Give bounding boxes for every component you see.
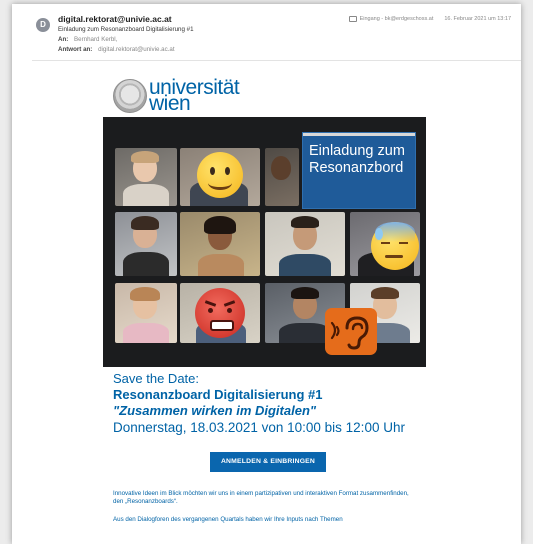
body-paragraph: Innovative Ideen im Blick möchten wir un… (113, 490, 409, 506)
sender-avatar: D (36, 18, 50, 32)
header-divider (32, 60, 521, 61)
video-tile (265, 148, 299, 206)
reply-to-value[interactable]: digital.rektorat@univie.ac.at (98, 46, 174, 53)
mailbox-name: Eingang - bk@erdgeschoss.at (359, 16, 434, 22)
hero-image: Einladung zum Resonanzbord (103, 117, 426, 367)
invitation-banner: Einladung zum Resonanzbord (302, 132, 416, 209)
message-meta: Eingang - bk@erdgeschoss.at 16. Februar … (348, 16, 511, 22)
logo-wordmark-line2: wien (149, 92, 191, 115)
body-paragraph: Aus den Dialogforen des vergangenen Quar… (113, 516, 343, 523)
sweating-face-emoji (371, 222, 419, 270)
save-the-date-label: Save the Date: (113, 371, 199, 386)
inbox-icon (348, 16, 357, 22)
email-subject: Einladung zum Resonanzboard Digitalisier… (58, 26, 194, 33)
reply-to-label: Antwort an: (58, 46, 93, 53)
reply-to-row: Antwort an: digital.rektorat@univie.ac.a… (58, 46, 175, 53)
recipient-row: An: Bernhard Kerbl, (58, 36, 117, 43)
received-date: 16. Februar 2021 um 13:17 (444, 16, 511, 22)
video-tile (115, 283, 177, 343)
ear-sound-icon (325, 308, 377, 355)
event-datetime: Donnerstag, 18.03.2021 von 10:00 bis 12:… (113, 420, 405, 435)
banner-top-bar (303, 133, 415, 136)
smiling-face-emoji (197, 152, 243, 198)
register-button[interactable]: ANMELDEN & EINBRINGEN (210, 452, 326, 472)
event-title: Resonanzboard Digitalisierung #1 (113, 387, 323, 402)
to-value[interactable]: Bernhard Kerbl, (74, 36, 117, 43)
video-tile (115, 212, 177, 276)
event-subtitle: "Zusammen wirken im Digitalen" (113, 403, 317, 418)
angry-face-emoji (195, 288, 245, 338)
university-logo: universität wien (113, 76, 263, 115)
video-tile (115, 148, 177, 206)
to-label: An: (58, 36, 69, 43)
banner-text: Einladung zum Resonanzbord (309, 143, 405, 176)
video-tile (265, 212, 345, 276)
university-seal-icon (113, 79, 147, 113)
sender-address[interactable]: digital.rektorat@univie.ac.at (58, 14, 172, 24)
video-tile (180, 212, 260, 276)
